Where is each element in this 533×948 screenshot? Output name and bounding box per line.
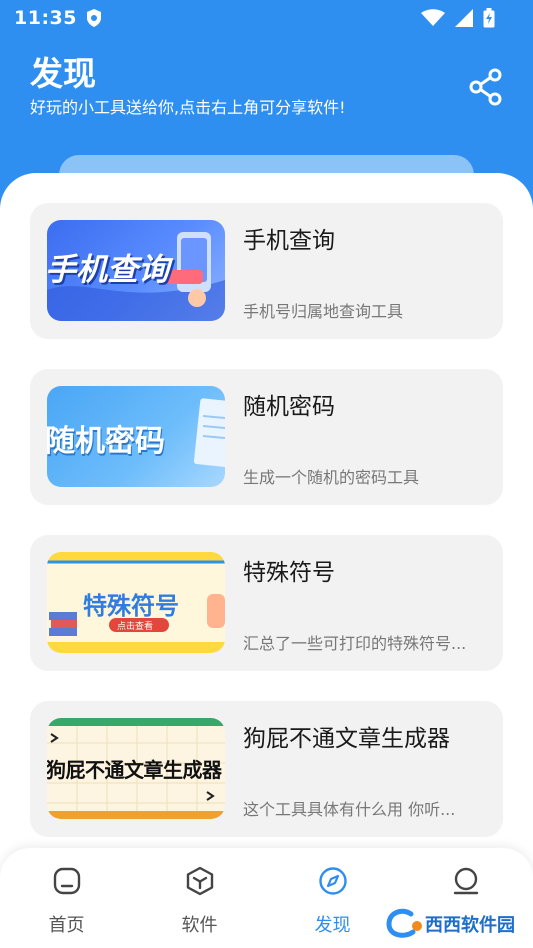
tool-card-article-generator[interactable]: 狗屁不通文章生成器 狗屁不通文章生成器 这个工具具体有什么用 你听...: [30, 701, 503, 837]
signal-icon: [455, 9, 473, 27]
battery-icon: [483, 8, 495, 28]
wifi-icon: [421, 9, 445, 26]
page-subtitle: 好玩的小工具送给你,点击右上角可分享软件!: [30, 98, 346, 117]
card-title: 狗屁不通文章生成器: [243, 726, 450, 752]
thumb-caption: 随机密码: [47, 424, 165, 459]
status-icons: [421, 8, 495, 28]
home-icon: [53, 867, 80, 895]
card-thumbnail: 随机密码: [47, 386, 225, 487]
card-description: 手机号归属地查询工具: [243, 302, 404, 321]
cr-logo-icon: [386, 908, 422, 938]
card-title: 特殊符号: [243, 560, 335, 586]
user-icon: [453, 867, 478, 895]
card-thumbnail: 手机查询: [47, 220, 225, 321]
thumb-caption: 手机查询: [47, 252, 169, 288]
thumb-caption: 狗屁不通文章生成器: [47, 758, 222, 782]
card-thumbnail: 狗屁不通文章生成器: [47, 718, 225, 819]
watermark-logo: 西西软件园: [385, 908, 515, 940]
status-time: 11:35: [14, 7, 77, 29]
thumb-badge: 点击查看: [117, 622, 154, 632]
card-description: 汇总了一些可打印的特殊符号...: [243, 634, 467, 653]
card-title: 手机查询: [243, 228, 335, 254]
card-thumbnail: 特殊符号 点击查看: [47, 552, 225, 653]
tool-card-random-password[interactable]: 随机密码 随机密码 生成一个随机的密码工具: [30, 369, 503, 505]
shield-icon: [86, 9, 101, 27]
nav-label: 发现: [314, 915, 351, 936]
thumb-caption: 特殊符号: [83, 592, 179, 620]
status-bar: 11:35: [0, 0, 533, 36]
nav-item-discover[interactable]: 发现: [266, 848, 399, 948]
card-description: 这个工具具体有什么用 你听...: [243, 800, 456, 819]
page-title: 发现: [30, 54, 96, 93]
tool-card-special-symbols[interactable]: 特殊符号 点击查看 特殊符号 汇总了一些可打印的特殊符号...: [30, 535, 503, 671]
share-icon[interactable]: [469, 68, 503, 106]
tool-card-phone-query[interactable]: 手机查询 手机查询 手机号归属地查询工具: [30, 203, 503, 339]
nav-label: 软件: [181, 915, 218, 936]
nav-item-software[interactable]: 软件: [133, 848, 266, 948]
box-icon: [186, 866, 213, 896]
watermark-text: 西西软件园: [425, 915, 515, 936]
nav-item-home[interactable]: 首页: [0, 848, 133, 948]
compass-icon: [318, 867, 347, 895]
page-header: 发现 好玩的小工具送给你,点击右上角可分享软件!: [30, 52, 346, 119]
nav-label: 首页: [48, 915, 85, 936]
card-title: 随机密码: [243, 394, 335, 420]
card-description: 生成一个随机的密码工具: [243, 468, 420, 487]
